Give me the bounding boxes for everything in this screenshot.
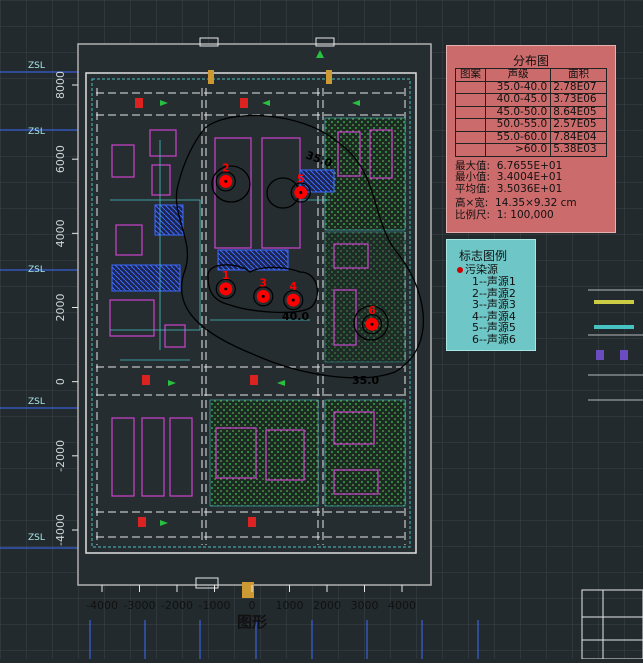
x-tick-label: 1000 xyxy=(276,599,304,612)
map-caption: 图形 xyxy=(237,613,268,631)
y-tick-label: 8000 xyxy=(54,71,67,99)
pattern-swatch xyxy=(455,93,486,107)
header-level: 声级 xyxy=(484,68,552,82)
area-value: 8.64E05 xyxy=(550,105,607,119)
y-tick-label: 0 xyxy=(54,378,67,385)
svg-text:ZSL: ZSL xyxy=(28,533,45,543)
source-id-label: 3 xyxy=(259,276,267,289)
y-tick-label: -4000 xyxy=(54,514,67,546)
x-tick-label: 4000 xyxy=(388,599,416,612)
area-value: 2.78E07 xyxy=(550,80,607,94)
area-value: 5.38E03 xyxy=(550,143,607,157)
x-tick-label: -1000 xyxy=(199,599,231,612)
y-tick-label: 6000 xyxy=(54,145,67,173)
level-range: 55.0-60.0 xyxy=(484,130,552,144)
source-dot-icon xyxy=(457,267,463,273)
source-center-dot xyxy=(291,298,295,302)
header-pattern: 图案 xyxy=(455,68,486,82)
level-range: 50.0-55.0 xyxy=(484,118,552,132)
marker-legend-title: 标志图例 xyxy=(459,249,508,263)
marker-legend-item: 6--声源6 xyxy=(472,332,516,346)
header-area: 面积 xyxy=(550,68,607,82)
distribution-row: 55.0-60.0 7.84E04 xyxy=(455,130,607,144)
svg-text:ZSL: ZSL xyxy=(28,397,45,407)
x-tick-label: -2000 xyxy=(161,599,193,612)
source-center-dot xyxy=(370,322,374,326)
stat-scale: 比例尺: 1: 100,000 xyxy=(455,208,554,221)
svg-text:ZSL: ZSL xyxy=(28,61,45,71)
pattern-swatch xyxy=(455,143,486,157)
distribution-row: 35.0-40.0 2.78E07 xyxy=(455,80,607,94)
source-id-label: 4 xyxy=(289,280,297,293)
source-center-dot xyxy=(224,287,228,291)
pattern-swatch xyxy=(455,130,486,144)
distribution-row: 40.0-45.0 3.73E06 xyxy=(455,93,607,107)
distribution-row: 45.0-50.0 8.64E05 xyxy=(455,105,607,119)
pattern-swatch xyxy=(455,118,486,132)
area-value: 7.84E04 xyxy=(550,130,607,144)
noise-map-view: ZSL ZSL ZSL ZSL ZSL 35.0 35.0 40.0 1 2 3… xyxy=(0,0,643,660)
marker-legend: 标志图例 污染源 1--声源1 2--声源2 3--声源3 4--声源4 5--声源5 6… xyxy=(446,239,536,351)
source-center-dot xyxy=(299,191,303,195)
y-tick-label: 4000 xyxy=(54,219,67,247)
y-tick-label: -2000 xyxy=(54,440,67,472)
y-tick-label: 2000 xyxy=(54,294,67,322)
x-tick-label: -4000 xyxy=(86,599,118,612)
level-range: 45.0-50.0 xyxy=(484,105,552,119)
x-tick-label: 2000 xyxy=(313,599,341,612)
level-range: >60.0 xyxy=(484,143,552,157)
distribution-table: 图案 声级 面积 35.0-40.0 2.78E07 40.0-45.0 3.73E0… xyxy=(455,68,607,157)
contour-label: 40.0 xyxy=(282,310,309,323)
area-value: 2.57E05 xyxy=(550,118,607,132)
svg-text:ZSL: ZSL xyxy=(28,265,45,275)
source-center-dot xyxy=(224,179,228,183)
distribution-legend: 分布图 图案 声级 面积 35.0-40.0 2.78E07 40.0-45.0 3.… xyxy=(446,45,616,233)
source-id-label: 5 xyxy=(297,173,305,186)
svg-text:ZSL: ZSL xyxy=(28,127,45,137)
source-id-label: 6 xyxy=(368,304,376,317)
area-value: 3.73E06 xyxy=(550,93,607,107)
contour-label: 35.0 xyxy=(352,374,379,387)
source-id-label: 1 xyxy=(222,269,230,282)
pattern-swatch xyxy=(455,80,486,94)
x-tick-label: -3000 xyxy=(124,599,156,612)
distribution-row: >60.0 5.38E03 xyxy=(455,143,607,157)
source-center-dot xyxy=(261,294,265,298)
distribution-title: 分布图 xyxy=(512,54,549,68)
marker-legend-item: 1--声源1 xyxy=(472,275,516,288)
level-range: 40.0-45.0 xyxy=(484,93,552,107)
distribution-row: 50.0-55.0 2.57E05 xyxy=(455,118,607,132)
source-id-label: 2 xyxy=(222,161,230,174)
level-range: 35.0-40.0 xyxy=(484,80,552,94)
x-tick-label: 3000 xyxy=(351,599,379,612)
distribution-stats: 最大值: 6.7655E+01 最小值: 3.4004E+01 平均值: 3.5… xyxy=(455,160,615,222)
pattern-swatch xyxy=(455,105,486,119)
stat-avg: 平均值: 3.5036E+01 xyxy=(455,182,563,195)
